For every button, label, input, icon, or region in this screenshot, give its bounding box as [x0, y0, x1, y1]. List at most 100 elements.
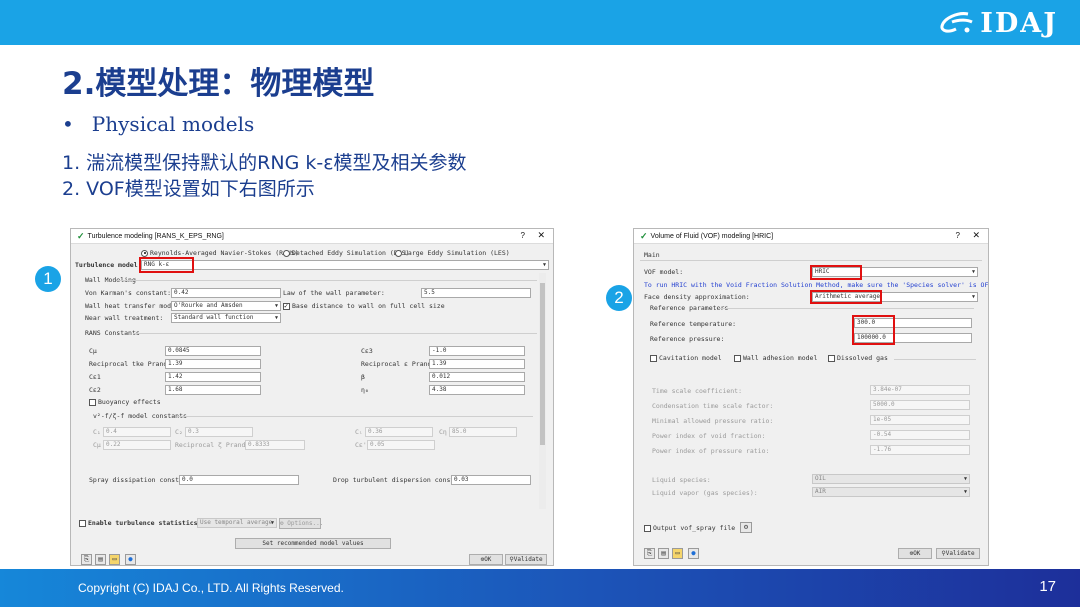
radio-des[interactable]: Detached Eddy Simulation (DES) [283, 249, 409, 257]
stats-select[interactable]: Use temporal average ▼ [197, 518, 277, 528]
cavitation-checkbox[interactable]: Cavitation model [650, 354, 722, 362]
help-button[interactable]: ? [956, 231, 960, 240]
checkbox-indicator [828, 354, 835, 362]
beta-input[interactable]: 0.012 [429, 372, 525, 382]
radio-rans[interactable]: Reynolds-Averaged Navier-Stokes (RANS) [141, 249, 299, 257]
time-scale-label: Time scale coefficient: [652, 387, 743, 395]
dissolved-gas-checkbox[interactable]: Dissolved gas [828, 354, 888, 362]
save-icon[interactable]: ▤ [95, 554, 106, 565]
checkbox-indicator [644, 524, 651, 532]
vof-model-label: VOF model: [644, 268, 684, 276]
liquid-species-select[interactable]: OIL ▼ [812, 474, 970, 484]
options-button[interactable]: ⚙ Options... [279, 518, 323, 529]
slide-title: 2.模型处理：物理模型 [62, 66, 375, 102]
v2f-header: v²-f/ζ-f model constants [93, 412, 187, 420]
chevron-down-icon: ▼ [971, 294, 975, 300]
turbulence-title: Turbulence modeling [RANS_K_EPS_RNG] [87, 232, 224, 240]
cmuv-input[interactable]: 0.22 [103, 440, 171, 450]
law-of-wall-input[interactable]: 5.5 [421, 288, 531, 298]
checkbox-indicator [734, 354, 741, 362]
folder-icon[interactable]: ▭ [109, 554, 120, 565]
liquid-vapor-label: Liquid vapor (gas species): [652, 489, 758, 497]
divider [718, 308, 974, 309]
cep-input[interactable]: 0.05 [367, 440, 435, 450]
c-e1-label: Cε1 [89, 373, 101, 381]
help-icon[interactable]: ● [125, 554, 136, 565]
prandtl-eps-input[interactable]: 1.39 [429, 359, 525, 369]
ceta-input[interactable]: 85.0 [449, 427, 517, 437]
radio-les[interactable]: Large Eddy Simulation (LES) [395, 249, 510, 257]
von-karman-input[interactable]: 0.42 [171, 288, 281, 298]
wall-adhesion-checkbox[interactable]: Wall adhesion model [734, 354, 817, 362]
chevron-down-icon: ▼ [274, 315, 278, 321]
scrollbar-thumb[interactable] [540, 283, 545, 445]
check-icon: ✓ [640, 230, 648, 241]
c-e1-input[interactable]: 1.42 [165, 372, 261, 382]
spray-dissipation-input[interactable]: 0.0 [179, 475, 299, 485]
turbulence-model-select[interactable]: RNG k-ε ▼ [141, 260, 549, 270]
spray-dissipation-label: Spray dissipation constant [89, 476, 191, 484]
time-scale-input[interactable]: 3.84e-07 [870, 385, 970, 395]
folder-icon[interactable]: ▭ [672, 548, 683, 559]
close-button[interactable]: ✕ [972, 230, 980, 241]
condensation-input[interactable]: 5000.0 [870, 400, 970, 410]
c-e2-input[interactable]: 1.68 [165, 385, 261, 395]
vof-titlebar: ✓ Volume of Fluid (VOF) modeling [HRIC] … [634, 229, 988, 244]
c1-label: C₁ [93, 428, 101, 436]
wall-heat-label: Wall heat transfer model: [85, 302, 183, 310]
rans-constants-header: RANS Constants [85, 329, 140, 337]
divider [177, 416, 533, 417]
footer-bar: Copyright (C) IDAJ Co., LTD. All Rights … [0, 569, 1080, 607]
ref-press-label: Reference pressure: [650, 335, 725, 343]
bullet-item: • Physical models [62, 112, 254, 136]
vof-title: Volume of Fluid (VOF) modeling [HRIC] [650, 232, 774, 240]
save-icon[interactable]: ▤ [658, 548, 669, 559]
c-mu-input[interactable]: 0.0845 [165, 346, 261, 356]
output-vof-checkbox[interactable]: Output vof_spray file [644, 524, 735, 532]
near-wall-select[interactable]: Standard wall function ▼ [171, 313, 281, 323]
liquid-vapor-select[interactable]: AIR ▼ [812, 487, 970, 497]
pressure-power-input[interactable]: -1.76 [870, 445, 970, 455]
eta-input[interactable]: 4.38 [429, 385, 525, 395]
main-tab[interactable]: Main [644, 251, 660, 259]
prandtl-label: Reciprocal tke Prandtl [89, 360, 176, 368]
help-icon[interactable]: ● [688, 548, 699, 559]
ok-button[interactable]: ⚙OK [469, 554, 503, 565]
check-icon: ✓ [77, 230, 85, 241]
min-pressure-input[interactable]: 1e-05 [870, 415, 970, 425]
void-power-input[interactable]: -0.54 [870, 430, 970, 440]
enable-stats-checkbox[interactable]: Enable turbulence statistics [79, 519, 198, 527]
chevron-down-icon: ▼ [971, 269, 975, 275]
wall-heat-select[interactable]: O'Rourke and Amsden ▼ [171, 301, 281, 311]
c-e3-input[interactable]: -1.0 [429, 346, 525, 356]
base-distance-checkbox[interactable]: Base distance to wall on full cell size [283, 302, 445, 310]
cl-input[interactable]: 0.36 [365, 427, 433, 437]
drop-dispersion-input[interactable]: 0.03 [451, 475, 531, 485]
c1-input[interactable]: 0.4 [103, 427, 171, 437]
help-button[interactable]: ? [521, 231, 525, 240]
validate-button[interactable]: ⚲Validate [505, 554, 547, 565]
pressure-power-label: Power index of pressure ratio: [652, 447, 770, 455]
buoyancy-checkbox[interactable]: Buoyancy effects [89, 398, 161, 406]
chevron-down-icon: ▼ [963, 489, 967, 495]
copy-icon[interactable]: ⎘ [644, 548, 655, 559]
c2-input[interactable]: 0.3 [185, 427, 253, 437]
prandtl-input[interactable]: 1.39 [165, 359, 261, 369]
idaj-logo: IDAJ [938, 6, 1058, 40]
turbulence-model-label: Turbulence model [75, 261, 138, 269]
checkbox-indicator [650, 354, 657, 362]
c-e3-label: Cε3 [361, 347, 373, 355]
logo-swoosh-icon [940, 12, 973, 33]
close-button[interactable]: ✕ [537, 230, 545, 241]
validate-button[interactable]: ⚲Validate [936, 548, 980, 559]
settings-icon[interactable]: ⚙ [740, 522, 752, 533]
copy-icon[interactable]: ⎘ [81, 554, 92, 565]
highlight-box [852, 315, 895, 345]
set-recommended-button[interactable]: Set recommended model values [235, 538, 391, 549]
beta-label: β [361, 373, 365, 381]
scrollbar[interactable] [539, 273, 546, 509]
zeta-label: Reciprocal ζ Prandtl [175, 441, 254, 449]
zeta-input[interactable]: 0.8333 [245, 440, 305, 450]
c-e2-label: Cε2 [89, 386, 101, 394]
ok-button[interactable]: ⚙OK [898, 548, 932, 559]
